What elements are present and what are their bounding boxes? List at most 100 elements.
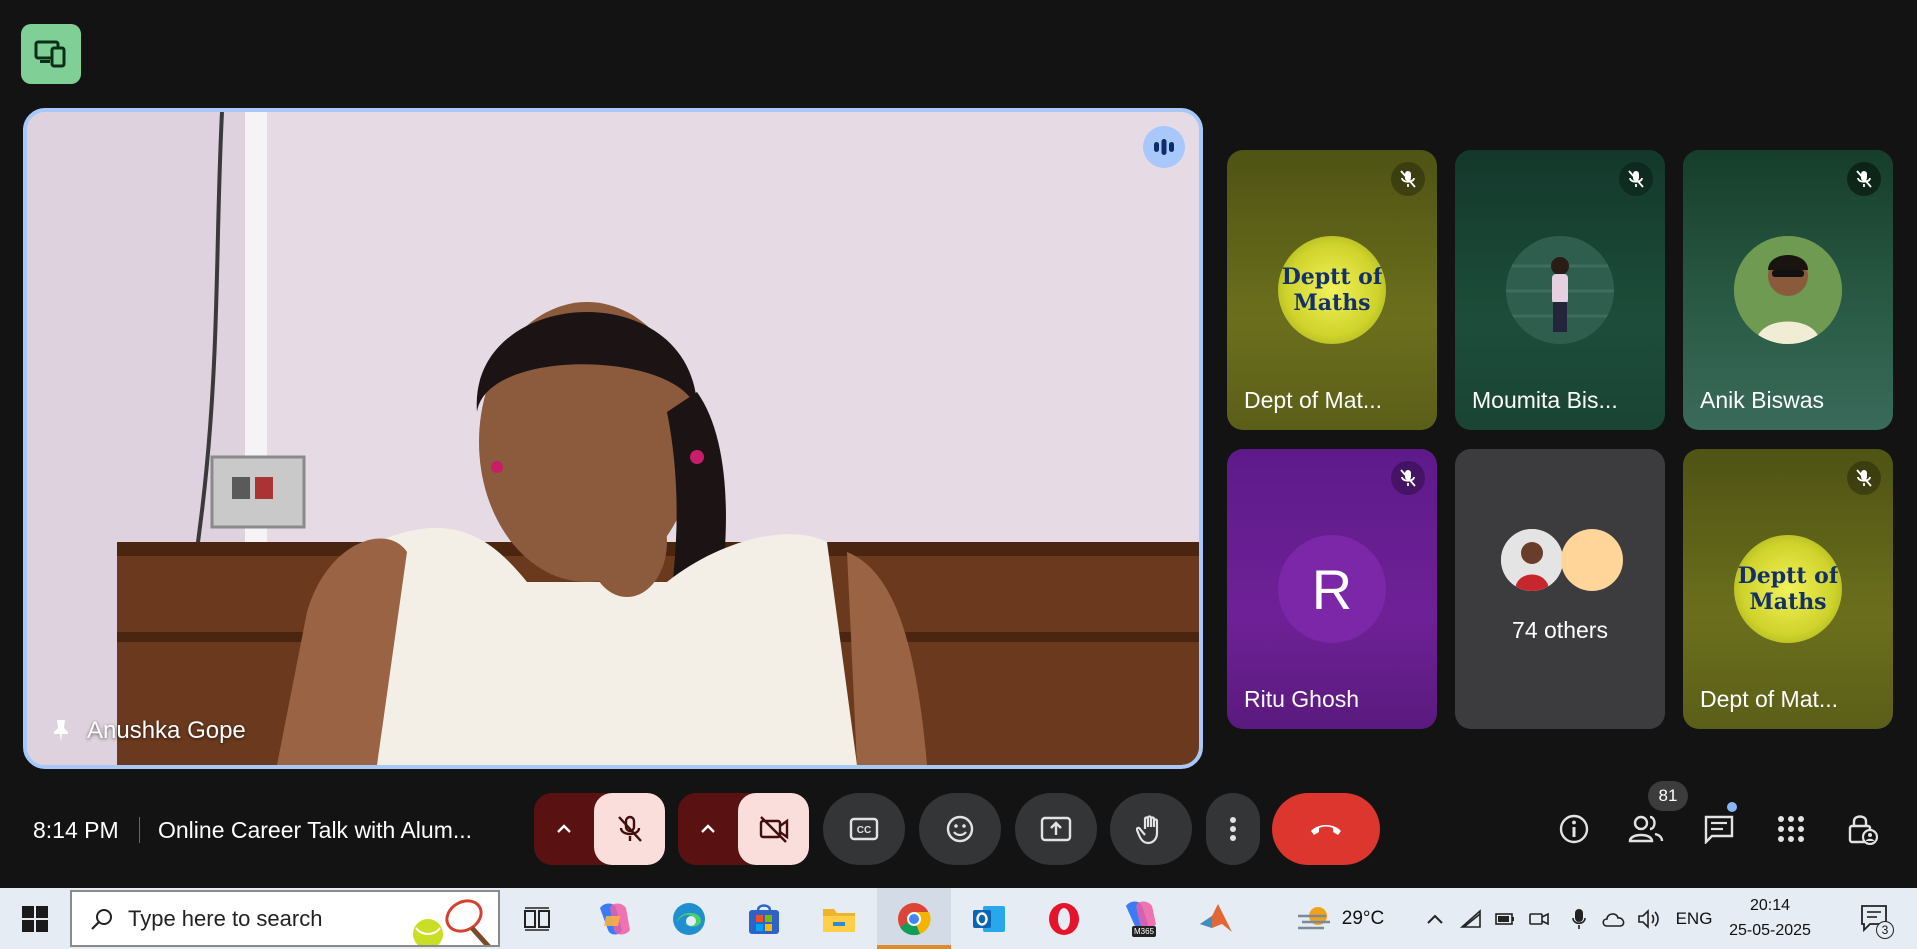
taskbar-store[interactable] (739, 888, 789, 949)
participant-avatar (1501, 529, 1563, 591)
svg-text:M365: M365 (1134, 927, 1155, 936)
m365-copilot-icon: M365 (1126, 901, 1156, 937)
present-screen-button[interactable] (1015, 793, 1097, 865)
mic-off-icon (1391, 162, 1425, 196)
participant-name: Anik Biswas (1700, 387, 1824, 413)
camera-off-icon (759, 816, 788, 843)
weather-temperature: 29°C (1341, 907, 1385, 929)
others-tile[interactable]: 74 others (1455, 449, 1665, 729)
microsoft-store-icon (749, 903, 779, 934)
camera-in-use-icon (1529, 912, 1549, 925)
chat-button[interactable] (1697, 807, 1741, 851)
participant-tile[interactable]: R Ritu Ghosh (1227, 449, 1437, 729)
activities-button[interactable] (1769, 807, 1813, 851)
audio-controls (534, 793, 665, 865)
microphone-icon (1572, 908, 1586, 929)
participant-name: Ritu Ghosh (1244, 686, 1360, 712)
deptt-of-maths-avatar: Deptt of Maths (1278, 236, 1386, 344)
video-options-chevron-up-icon[interactable] (678, 793, 738, 865)
taskbar-m365-copilot[interactable]: M365 (1114, 888, 1164, 949)
taskbar-outlook[interactable] (964, 888, 1014, 949)
call-end-icon (1311, 825, 1341, 835)
people-button[interactable] (1624, 807, 1668, 851)
speaker-volume-icon (1638, 908, 1659, 929)
outlook-icon (973, 905, 1005, 932)
leave-call-button[interactable] (1272, 793, 1380, 865)
weather-haze-icon (1297, 906, 1330, 929)
participant-avatar (1561, 529, 1623, 591)
input-language[interactable]: ENG (1672, 888, 1716, 949)
participant-tile[interactable]: Anik Biswas (1683, 150, 1893, 430)
main-speaker-tile[interactable]: Anushka Gope (23, 108, 1203, 769)
more-options-button[interactable] (1206, 793, 1260, 865)
chat-unread-dot (1727, 802, 1737, 812)
meeting-time: 8:14 PM (33, 817, 119, 843)
companion-mode-icon[interactable] (21, 24, 81, 84)
taskbar-edge[interactable] (664, 888, 714, 949)
main-speaker-name: Anushka Gope (49, 717, 246, 745)
search-input[interactable] (128, 905, 408, 932)
camera-in-use[interactable] (1524, 888, 1554, 949)
taskbar-clock[interactable]: 20:14 25-05-2025 (1720, 893, 1820, 943)
raise-hand-button[interactable] (1110, 793, 1192, 865)
start-button[interactable] (12, 888, 58, 949)
search-icon (91, 908, 112, 930)
reactions-button[interactable] (919, 793, 1001, 865)
divider (139, 817, 140, 843)
opera-browser-icon (1049, 902, 1079, 935)
pin-icon[interactable] (49, 718, 73, 744)
video-controls (678, 793, 809, 865)
taskbar-copilot[interactable] (588, 888, 638, 949)
participant-tile[interactable]: Deptt of Maths Dept of Mat... (1683, 449, 1893, 729)
volume-control[interactable] (1634, 888, 1664, 949)
chat-icon (1704, 815, 1734, 844)
microphone-in-use[interactable] (1564, 888, 1594, 949)
mic-off-icon (617, 815, 642, 842)
meet-window: Anushka Gope Deptt of Maths Dept of Mat.… (0, 0, 1917, 888)
language-indicator: ENG (1675, 908, 1713, 928)
taskbar-opera[interactable] (1039, 888, 1089, 949)
onedrive-cloud-icon (1602, 912, 1625, 927)
host-controls-button[interactable] (1841, 807, 1885, 851)
svg-text:CC: CC (857, 825, 871, 836)
more-vert-icon (1230, 817, 1236, 841)
windows-logo-icon (22, 905, 48, 932)
weather-widget[interactable]: 29°C (1290, 888, 1390, 949)
others-count-label: 74 others (1512, 617, 1608, 643)
mic-off-icon (1619, 162, 1653, 196)
edge-browser-icon (673, 902, 705, 935)
deptt-of-maths-avatar: Deptt of Maths (1734, 535, 1842, 643)
emoji-icon (946, 815, 974, 843)
show-hidden-icons-button[interactable] (1420, 888, 1450, 949)
meeting-details-button[interactable] (1552, 807, 1596, 851)
taskbar-chrome[interactable] (877, 888, 951, 949)
copilot-icon (600, 903, 630, 934)
participant-tile[interactable]: Deptt of Maths Dept of Mat... (1227, 150, 1437, 430)
speaking-indicator-icon (1143, 126, 1185, 168)
battery-icon (1495, 912, 1514, 925)
participant-tile[interactable]: Moumita Bis... (1455, 150, 1665, 430)
info-icon (1559, 814, 1589, 844)
raise-hand-icon (1136, 815, 1159, 845)
mic-toggle-button[interactable] (594, 793, 665, 865)
apps-grid-icon (1778, 816, 1804, 842)
onedrive-status[interactable] (1599, 888, 1629, 949)
taskbar-file-explorer[interactable] (814, 888, 864, 949)
mic-off-icon (1847, 461, 1881, 495)
participant-name: Moumita Bis... (1472, 387, 1618, 413)
captions-button[interactable]: CC (823, 793, 905, 865)
battery-status[interactable] (1490, 888, 1520, 949)
wifi-icon (1460, 908, 1481, 928)
notification-center[interactable]: 3 (1850, 888, 1900, 949)
taskbar-matlab[interactable] (1191, 888, 1241, 949)
network-status[interactable] (1456, 888, 1486, 949)
active-app-indicator (877, 945, 951, 949)
audio-options-chevron-up-icon[interactable] (534, 793, 594, 865)
participant-name: Dept of Mat... (1700, 686, 1839, 712)
camera-toggle-button[interactable] (738, 793, 809, 865)
taskbar-search[interactable] (70, 890, 500, 947)
task-view-button[interactable] (515, 888, 559, 949)
meeting-title: Online Career Talk with Alum... (158, 817, 473, 843)
participant-avatar (1734, 236, 1842, 344)
host-controls-lock-icon (1848, 815, 1878, 845)
